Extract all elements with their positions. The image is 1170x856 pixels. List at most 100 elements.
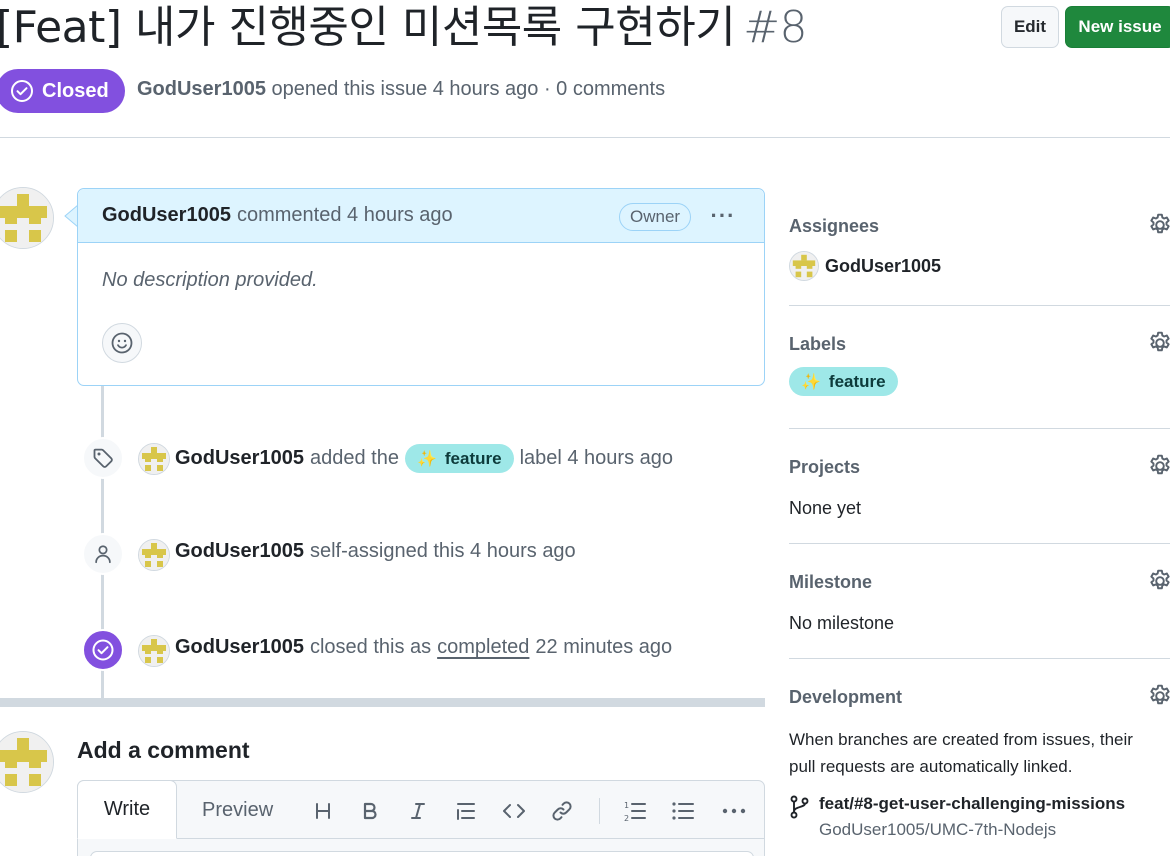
- sidebar-heading[interactable]: Projects: [789, 457, 1170, 478]
- kebab-menu-icon[interactable]: ···: [706, 201, 740, 231]
- comment-author-link[interactable]: GodUser1005: [102, 204, 231, 227]
- event-text[interactable]: 22 minutes ago: [535, 636, 672, 659]
- comment-timestamp[interactable]: commented 4 hours ago: [237, 204, 453, 227]
- add-reaction-button[interactable]: [102, 323, 142, 363]
- timeline-event: GodUser1005 closed this as completed 22 …: [175, 636, 672, 659]
- event-text[interactable]: self-assigned this 4 hours ago: [310, 540, 576, 563]
- identicon-avatar-icon: [139, 540, 169, 570]
- identicon-avatar-icon: [0, 732, 53, 792]
- status-badge-label: Closed: [42, 79, 109, 102]
- timeline-event-icon: [82, 437, 124, 479]
- sidebar-development: Development When branches are created fr…: [789, 684, 1170, 840]
- heading-icon[interactable]: [307, 795, 339, 827]
- check-circle-icon: [92, 639, 114, 661]
- sidebar-divider: [789, 305, 1170, 306]
- label-feature[interactable]: ✨ feature: [404, 444, 514, 473]
- issue-number: #8: [743, 2, 808, 53]
- avatar[interactable]: [0, 731, 54, 793]
- label-name: feature: [828, 371, 886, 391]
- avatar[interactable]: [138, 443, 170, 475]
- issue-meta-text: opened this issue 4 hours ago · 0 commen…: [271, 78, 666, 100]
- assignee-item[interactable]: GodUser1005: [789, 251, 1170, 281]
- identicon-avatar-icon: [139, 444, 169, 474]
- owner-badge: Owner: [619, 203, 692, 231]
- comment-header: GodUser1005 commented 4 hours ago Owner …: [78, 189, 764, 243]
- sparkles-icon: ✨: [801, 373, 821, 391]
- avatar[interactable]: [138, 539, 170, 571]
- label-feature[interactable]: ✨ feature: [789, 367, 898, 396]
- gear-icon[interactable]: [1147, 212, 1170, 238]
- editor-tabs: Write Preview 12: [77, 780, 764, 839]
- tab-preview[interactable]: Preview: [202, 781, 273, 839]
- assignee-name: GodUser1005: [825, 255, 942, 276]
- projects-value: None yet: [789, 498, 862, 518]
- issue-comment: GodUser1005 commented 4 hours ago Owner …: [77, 188, 765, 386]
- sidebar-heading[interactable]: Development: [789, 687, 1170, 708]
- tab-write[interactable]: Write: [77, 780, 177, 839]
- check-circle-icon: [11, 80, 33, 102]
- sidebar-heading[interactable]: Milestone: [789, 572, 1170, 593]
- svg-text:1: 1: [624, 801, 629, 810]
- event-text: closed this as: [309, 636, 432, 658]
- issue-title: [Feat] 내가 진행중인 미션목록 구현하기 #8: [0, 0, 808, 58]
- sidebar-divider: [789, 543, 1170, 544]
- timeline-end-divider: [0, 698, 765, 707]
- toolbar-divider: [599, 798, 600, 824]
- new-issue-button[interactable]: New issue: [1065, 6, 1170, 48]
- quote-icon[interactable]: [450, 795, 482, 827]
- branch-repo[interactable]: GodUser1005/UMC-7th-Nodejs: [819, 820, 1125, 840]
- person-icon: [95, 545, 111, 564]
- linked-branch[interactable]: feat/#8-get-user-challenging-missions Go…: [789, 794, 1170, 840]
- identicon-avatar-icon: [0, 188, 53, 248]
- sidebar-milestone: Milestone No milestone: [789, 569, 1170, 634]
- gear-icon[interactable]: [1147, 453, 1170, 479]
- git-branch-icon: [790, 795, 809, 819]
- sidebar-heading[interactable]: Labels: [789, 334, 1170, 355]
- sidebar-heading[interactable]: Assignees: [789, 216, 1170, 237]
- code-icon[interactable]: [498, 795, 530, 827]
- tag-icon: [93, 448, 113, 468]
- identicon-avatar-icon: [139, 636, 169, 666]
- milestone-value: No milestone: [789, 613, 895, 633]
- avatar[interactable]: [0, 187, 54, 249]
- gear-icon[interactable]: [1147, 568, 1170, 594]
- comment-pointer: [64, 205, 78, 227]
- identicon-avatar-icon: [790, 252, 818, 280]
- ordered-list-icon[interactable]: 12: [619, 795, 651, 827]
- event-author-link[interactable]: GodUser1005: [175, 636, 304, 659]
- italic-icon[interactable]: [402, 795, 434, 827]
- sidebar-divider: [789, 658, 1170, 659]
- timeline-event: GodUser1005 added the ✨ feature label 4 h…: [175, 444, 673, 473]
- header-divider: [0, 137, 1170, 138]
- edit-button[interactable]: Edit: [1001, 6, 1059, 48]
- event-author-link[interactable]: GodUser1005: [175, 540, 304, 563]
- event-author-link[interactable]: GodUser1005: [175, 447, 304, 470]
- bold-icon[interactable]: [354, 795, 386, 827]
- svg-text:2: 2: [624, 814, 629, 822]
- link-icon[interactable]: [546, 795, 578, 827]
- sidebar-assignees: Assignees GodUser1005: [789, 213, 1170, 281]
- timeline-event-icon: [82, 533, 124, 575]
- status-badge: Closed: [0, 69, 125, 113]
- sidebar-projects: Projects None yet: [789, 454, 1170, 519]
- branch-name[interactable]: feat/#8-get-user-challenging-missions: [819, 794, 1125, 814]
- sidebar-divider: [789, 428, 1170, 429]
- sidebar-labels: Labels ✨ feature: [789, 331, 1170, 396]
- event-text: added the: [309, 447, 399, 469]
- comment-body: No description provided.: [102, 269, 318, 291]
- sparkles-icon: ✨: [416, 450, 437, 468]
- issue-meta: GodUser1005 opened this issue 4 hours ag…: [137, 78, 665, 101]
- issue-author-link[interactable]: GodUser1005: [137, 78, 266, 100]
- issue-title-text: [Feat] 내가 진행중인 미션목록 구현하기: [0, 2, 736, 53]
- development-description: When branches are created from issues, t…: [789, 730, 1133, 776]
- timeline-event-icon: [82, 629, 124, 671]
- more-options-icon[interactable]: [718, 795, 750, 827]
- avatar[interactable]: [138, 635, 170, 667]
- completed-link[interactable]: completed: [437, 636, 529, 659]
- comment-textarea[interactable]: [90, 851, 754, 856]
- gear-icon[interactable]: [1147, 330, 1170, 356]
- smiley-icon: [111, 332, 133, 354]
- gear-icon[interactable]: [1147, 683, 1170, 709]
- unordered-list-icon[interactable]: [667, 795, 699, 827]
- event-text[interactable]: label 4 hours ago: [520, 447, 673, 470]
